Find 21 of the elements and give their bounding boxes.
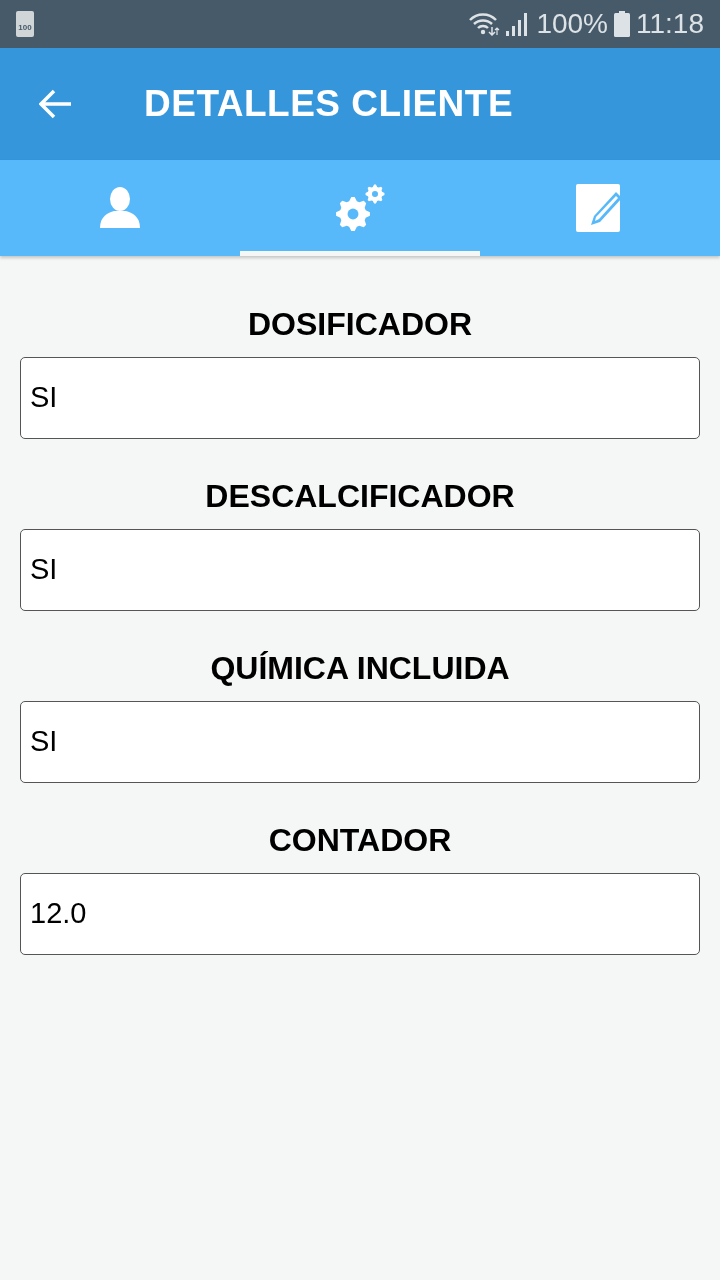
back-arrow-icon xyxy=(39,89,73,119)
text-field[interactable]: SI xyxy=(20,529,700,611)
text-field[interactable]: SI xyxy=(20,357,700,439)
battery-icon xyxy=(614,11,630,37)
notification-text: 100 xyxy=(18,24,32,32)
wifi-icon xyxy=(468,12,501,36)
battery-percent: 100% xyxy=(536,8,608,40)
field-label: DESCALCIFICADOR xyxy=(205,477,515,515)
field-label: CONTADOR xyxy=(268,821,452,859)
screen-title: DETALLES CLIENTE xyxy=(144,82,514,127)
field-value: 12.0 xyxy=(30,896,87,932)
clock-time: 11:18 xyxy=(636,8,704,40)
text-field[interactable]: SI xyxy=(20,701,700,783)
field-value: SI xyxy=(30,552,58,588)
gears-icon xyxy=(335,184,385,232)
field-value: SI xyxy=(30,724,58,760)
field-value: SI xyxy=(30,380,58,416)
field-label: DOSIFICADOR xyxy=(248,305,472,343)
field-label: QUÍMICA INCLUIDA xyxy=(210,649,510,687)
person-icon xyxy=(98,186,142,230)
text-field[interactable]: 12.0 xyxy=(20,873,700,955)
